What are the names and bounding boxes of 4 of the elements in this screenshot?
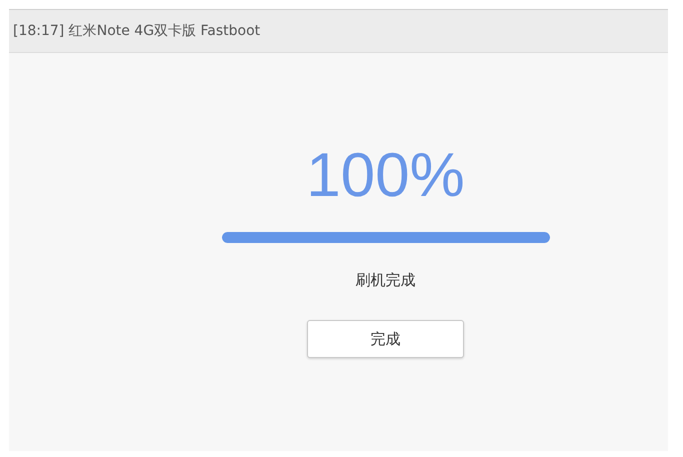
done-button[interactable]: 完成: [307, 320, 464, 358]
progress-percent: 100%: [306, 141, 465, 211]
window-title: [18:17] 红米Note 4G双卡版 Fastboot: [13, 22, 260, 40]
status-text: 刷机完成: [356, 271, 416, 290]
